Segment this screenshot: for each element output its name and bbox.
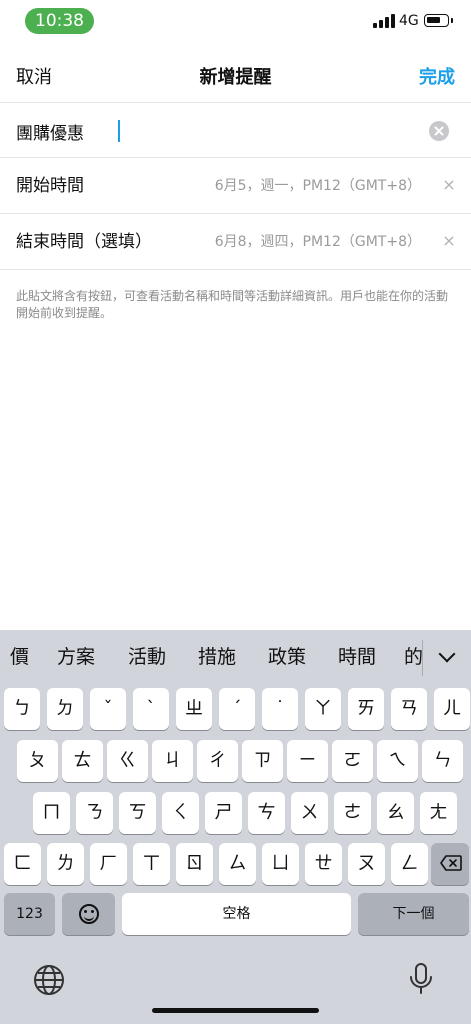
key[interactable]: ㄡ: [348, 843, 385, 885]
key[interactable]: ㄋ: [76, 792, 113, 834]
next-key[interactable]: 下一個: [358, 893, 469, 935]
key[interactable]: ㄅ: [4, 688, 40, 730]
chevron-down-icon[interactable]: [434, 644, 460, 670]
network-type: 4G: [399, 13, 419, 29]
end-time-value[interactable]: 6月8，週四，PM12（GMT+8）: [215, 230, 421, 254]
key[interactable]: ㄚ: [305, 688, 341, 730]
key[interactable]: ㄖ: [176, 843, 213, 885]
microphone-icon[interactable]: [408, 962, 434, 996]
emoji-key[interactable]: [62, 893, 115, 935]
start-time-value[interactable]: 6月5，週一，PM12（GMT+8）: [215, 174, 421, 198]
key[interactable]: ㄎ: [119, 792, 156, 834]
start-time-row[interactable]: 開始時間 6月5，週一，PM12（GMT+8） ×: [0, 158, 471, 214]
key[interactable]: ㄠ: [377, 792, 414, 834]
key[interactable]: ㄘ: [248, 792, 285, 834]
key[interactable]: ㄛ: [332, 740, 373, 782]
key[interactable]: ㄨ: [291, 792, 328, 834]
help-text: 此貼文將含有按鈕，可查看活動名稱和時間等活動詳細資訊。用戶也能在你的活動開始前收…: [16, 289, 449, 320]
candidate-word[interactable]: 時間: [338, 644, 376, 670]
end-time-label: 結束時間（選填）: [16, 232, 152, 252]
key[interactable]: ㄥ: [391, 843, 428, 885]
key[interactable]: ˇ: [90, 688, 126, 730]
key[interactable]: ㄝ: [305, 843, 342, 885]
status-time[interactable]: 10:38: [25, 8, 94, 34]
key[interactable]: ㄟ: [377, 740, 418, 782]
emoji-icon: [79, 904, 99, 924]
cancel-button[interactable]: 取消: [16, 64, 52, 92]
key[interactable]: ㄌ: [47, 843, 84, 885]
key[interactable]: ㄇ: [33, 792, 70, 834]
key[interactable]: ㄩ: [262, 843, 299, 885]
key[interactable]: ㄍ: [107, 740, 148, 782]
key[interactable]: ㄣ: [422, 740, 463, 782]
candidate-word[interactable]: 措施: [198, 644, 236, 670]
close-icon[interactable]: ×: [438, 174, 460, 196]
candidate-word-clipped[interactable]: 的: [404, 644, 422, 670]
key[interactable]: ㄤ: [420, 792, 457, 834]
numbers-key[interactable]: 123: [4, 893, 55, 935]
candidate-word[interactable]: 價: [10, 644, 29, 670]
backspace-key[interactable]: [431, 843, 469, 885]
candidate-divider: [422, 640, 423, 676]
done-button[interactable]: 完成: [419, 64, 455, 92]
end-time-row[interactable]: 結束時間（選填） 6月8，週四，PM12（GMT+8） ×: [0, 214, 471, 270]
close-icon[interactable]: ×: [438, 230, 460, 252]
key[interactable]: ˙: [262, 688, 298, 730]
battery-icon: [424, 14, 449, 27]
candidate-word[interactable]: 方案: [57, 644, 95, 670]
key[interactable]: ㄉ: [47, 688, 83, 730]
key[interactable]: ㄊ: [62, 740, 103, 782]
signal-icon: [373, 14, 395, 28]
key[interactable]: ㄐ: [152, 740, 193, 782]
candidate-word: 的: [404, 646, 422, 668]
home-indicator[interactable]: [152, 1008, 319, 1013]
key[interactable]: ㄒ: [133, 843, 170, 885]
key[interactable]: ㄙ: [219, 843, 256, 885]
key[interactable]: ㄈ: [4, 843, 41, 885]
key[interactable]: ㄆ: [17, 740, 58, 782]
key[interactable]: ㄧ: [287, 740, 328, 782]
key[interactable]: ㄏ: [90, 843, 127, 885]
candidate-bar: 價 方案 活動 措施 政策 時間 的: [0, 630, 471, 684]
key[interactable]: ㄢ: [391, 688, 427, 730]
space-key[interactable]: 空格: [122, 893, 351, 935]
key[interactable]: ˊ: [219, 688, 255, 730]
key[interactable]: ㄔ: [197, 740, 238, 782]
key[interactable]: ㄦ: [434, 688, 470, 730]
title-row: [0, 102, 471, 158]
candidate-word[interactable]: 活動: [128, 644, 166, 670]
nav-bar: 取消 新增提醒 完成: [0, 56, 471, 100]
key[interactable]: ㄓ: [176, 688, 212, 730]
key[interactable]: ㄗ: [242, 740, 283, 782]
candidate-word[interactable]: 政策: [268, 644, 306, 670]
key[interactable]: ㄕ: [205, 792, 242, 834]
globe-icon[interactable]: [33, 964, 65, 996]
start-time-label: 開始時間: [16, 176, 84, 196]
backspace-icon: [440, 855, 462, 871]
key[interactable]: ㄜ: [334, 792, 371, 834]
text-caret: [118, 120, 120, 142]
key[interactable]: ㄞ: [348, 688, 384, 730]
battery-tip: [451, 18, 453, 23]
key[interactable]: ㄑ: [162, 792, 199, 834]
page-title: 新增提醒: [199, 67, 272, 88]
clear-icon[interactable]: [429, 121, 449, 141]
status-bar: 10:38 4G: [0, 0, 471, 44]
event-title-input[interactable]: [16, 117, 416, 145]
key[interactable]: ˋ: [133, 688, 169, 730]
